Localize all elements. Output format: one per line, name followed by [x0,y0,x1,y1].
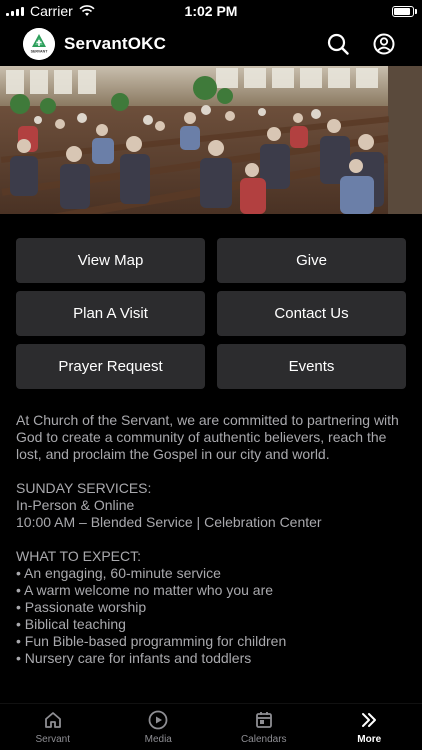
user-circle-icon[interactable] [372,32,396,56]
services-heading: SUNDAY SERVICES: [16,480,152,496]
logo-text: SERVANT [31,50,49,54]
events-button[interactable]: Events [217,344,406,389]
tab-media[interactable]: Media [106,704,212,750]
expect-item: • An engaging, 60-minute service [16,565,221,581]
expect-item: • Biblical teaching [16,616,126,632]
plan-a-visit-button[interactable]: Plan A Visit [16,291,205,336]
home-icon [44,712,61,728]
tab-servant[interactable]: Servant [0,704,106,750]
tab-label: Calendars [240,734,287,745]
tab-calendars[interactable]: Calendars [211,704,317,750]
tab-label: Media [144,734,172,745]
view-map-button[interactable]: View Map [16,238,205,283]
app-title: ServantOKC [64,34,167,53]
status-left: Carrier [0,3,95,19]
prayer-request-button[interactable]: Prayer Request [16,344,205,389]
header-actions [326,32,396,56]
play-circle-icon [148,710,168,730]
logo-mark-icon: SERVANT [23,28,55,60]
expect-item: • A warm welcome no matter who you are [16,582,274,598]
expect-item: • Fun Bible-based programming for childr… [16,633,287,649]
give-button[interactable]: Give [217,238,406,283]
tab-label: Servant [35,734,70,745]
congregation-illustration [0,66,422,214]
church-description: At Church of the Servant, we are committ… [16,412,408,667]
expect-heading: WHAT TO EXPECT: [16,548,141,564]
hero-image [0,66,422,214]
battery-icon [392,5,417,17]
servant-logo[interactable]: SERVANT [23,28,55,60]
expect-item: • Passionate worship [16,599,147,615]
carrier-label: Carrier [30,3,73,19]
calendar-icon [255,712,272,728]
chevron-double-right-icon [362,713,377,727]
status-bar: Carrier 1:02 PM [0,0,422,22]
tab-label: More [357,734,382,745]
bottom-tab-bar: Servant Media Calendars More [0,703,422,750]
contact-us-button[interactable]: Contact Us [217,291,406,336]
action-button-grid: View Map Give Plan A Visit Contact Us Pr… [16,238,406,389]
intro-paragraph: At Church of the Servant, we are committ… [16,412,399,462]
tab-more[interactable]: More [317,704,422,750]
signal-icon [6,6,24,16]
expect-item: • Nursery care for infants and toddlers [16,650,252,666]
app-header: SERVANT ServantOKC [0,22,422,66]
services-line: In-Person & Online [16,497,135,513]
search-icon[interactable] [326,32,350,56]
services-line: 10:00 AM – Blended Service | Celebration… [16,514,322,530]
battery-fill [394,7,410,15]
wifi-icon [79,5,95,16]
